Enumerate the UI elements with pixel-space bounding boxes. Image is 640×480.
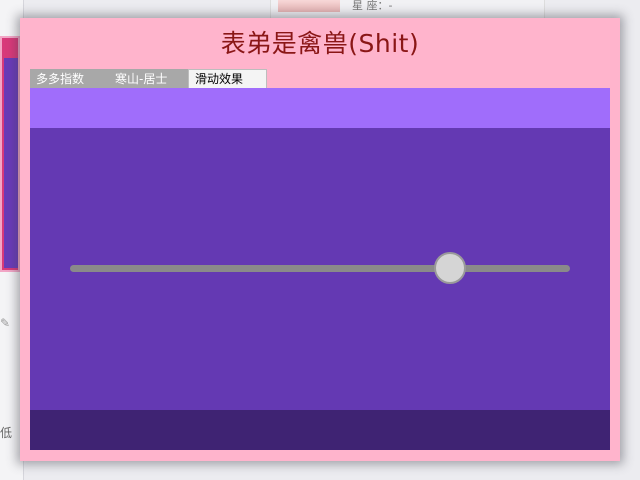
slider-thumb[interactable] — [434, 252, 466, 284]
background-left-note: 低 — [0, 426, 13, 440]
background-top-text: 星 座：- — [352, 0, 393, 12]
content-top-band — [30, 88, 610, 128]
edit-icon: ✎ — [0, 316, 11, 330]
tab-slide-effect[interactable]: 滑动效果 — [188, 69, 267, 89]
background-window-purple — [4, 58, 18, 268]
background-thumbnail — [278, 0, 340, 12]
main-window: 表弟是禽兽(Shit) 多多指数 寒山-居士 滑动效果 — [20, 18, 620, 461]
content-bottom-band — [30, 410, 610, 450]
tab-hanshan-jushi[interactable]: 寒山-居士 — [109, 69, 188, 89]
slider-track[interactable] — [70, 265, 570, 272]
tab-bar: 多多指数 寒山-居士 滑动效果 — [30, 69, 267, 89]
tab-content-panel — [30, 88, 610, 450]
tab-duoduo-index[interactable]: 多多指数 — [30, 69, 109, 89]
window-title: 表弟是禽兽(Shit) — [220, 29, 420, 58]
